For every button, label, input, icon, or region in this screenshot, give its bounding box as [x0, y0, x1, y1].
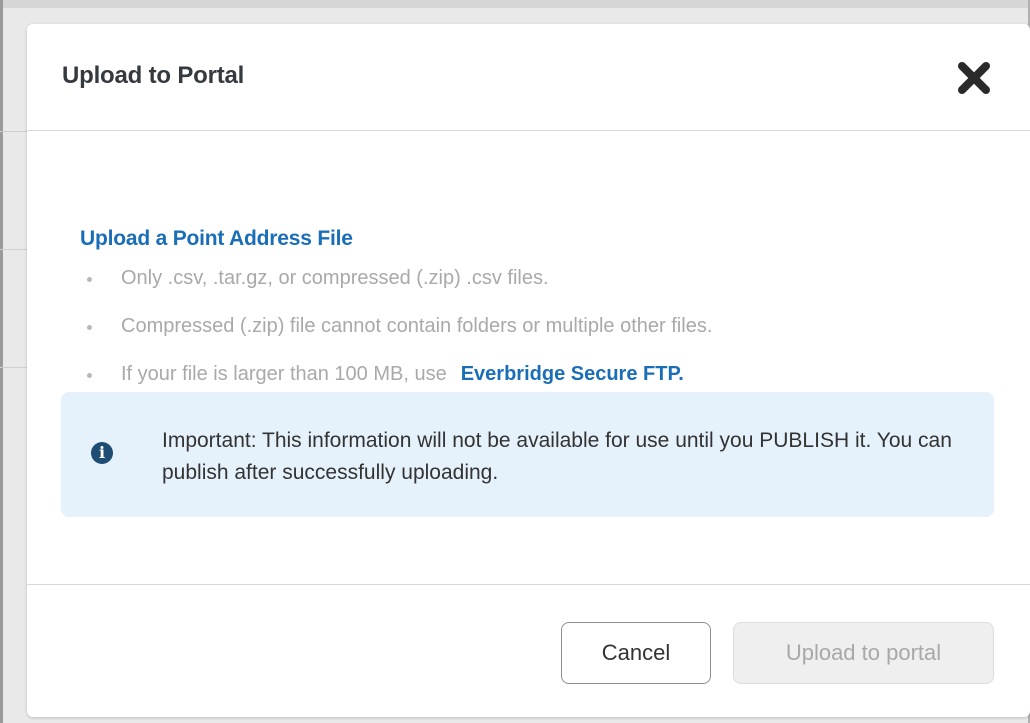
bullet-dot-icon [87, 325, 92, 330]
upload-modal: Upload to Portal Upload a Point Address … [27, 24, 1030, 717]
modal-body: Upload a Point Address File Only .csv, .… [27, 131, 1030, 584]
modal-header: Upload to Portal [27, 24, 1030, 131]
list-item-text: Compressed (.zip) file cannot contain fo… [121, 315, 713, 337]
list-item-text: If your file is larger than 100 MB, use [121, 363, 447, 385]
backdrop-divider [0, 249, 28, 250]
info-alert: i Important: This information will not b… [61, 392, 994, 517]
info-circle-icon: i [91, 442, 113, 464]
info-text: Important: This information will not be … [162, 429, 952, 484]
info-glyph: i [98, 443, 106, 462]
close-x-icon [958, 62, 990, 94]
backdrop-divider [0, 367, 28, 368]
bullet-dot-icon [87, 373, 92, 378]
cancel-button[interactable]: Cancel [561, 622, 711, 684]
requirements-list: Only .csv, .tar.gz, or compressed (.zip)… [85, 267, 712, 411]
upload-to-portal-button[interactable]: Upload to portal [733, 622, 994, 684]
section-title: Upload a Point Address File [80, 227, 353, 250]
backdrop-divider [0, 131, 28, 132]
backdrop-left-edge [0, 0, 3, 723]
list-item: Only .csv, .tar.gz, or compressed (.zip)… [85, 267, 712, 315]
close-icon[interactable] [956, 60, 992, 96]
list-item-text: Only .csv, .tar.gz, or compressed (.zip)… [121, 267, 549, 289]
modal-title: Upload to Portal [62, 62, 245, 89]
bullet-dot-icon [87, 277, 92, 282]
list-item: Compressed (.zip) file cannot contain fo… [85, 315, 712, 363]
secure-ftp-link[interactable]: Everbridge Secure FTP. [461, 363, 684, 385]
modal-footer: Cancel Upload to portal [27, 584, 1030, 717]
backdrop-top-edge [0, 0, 1030, 8]
